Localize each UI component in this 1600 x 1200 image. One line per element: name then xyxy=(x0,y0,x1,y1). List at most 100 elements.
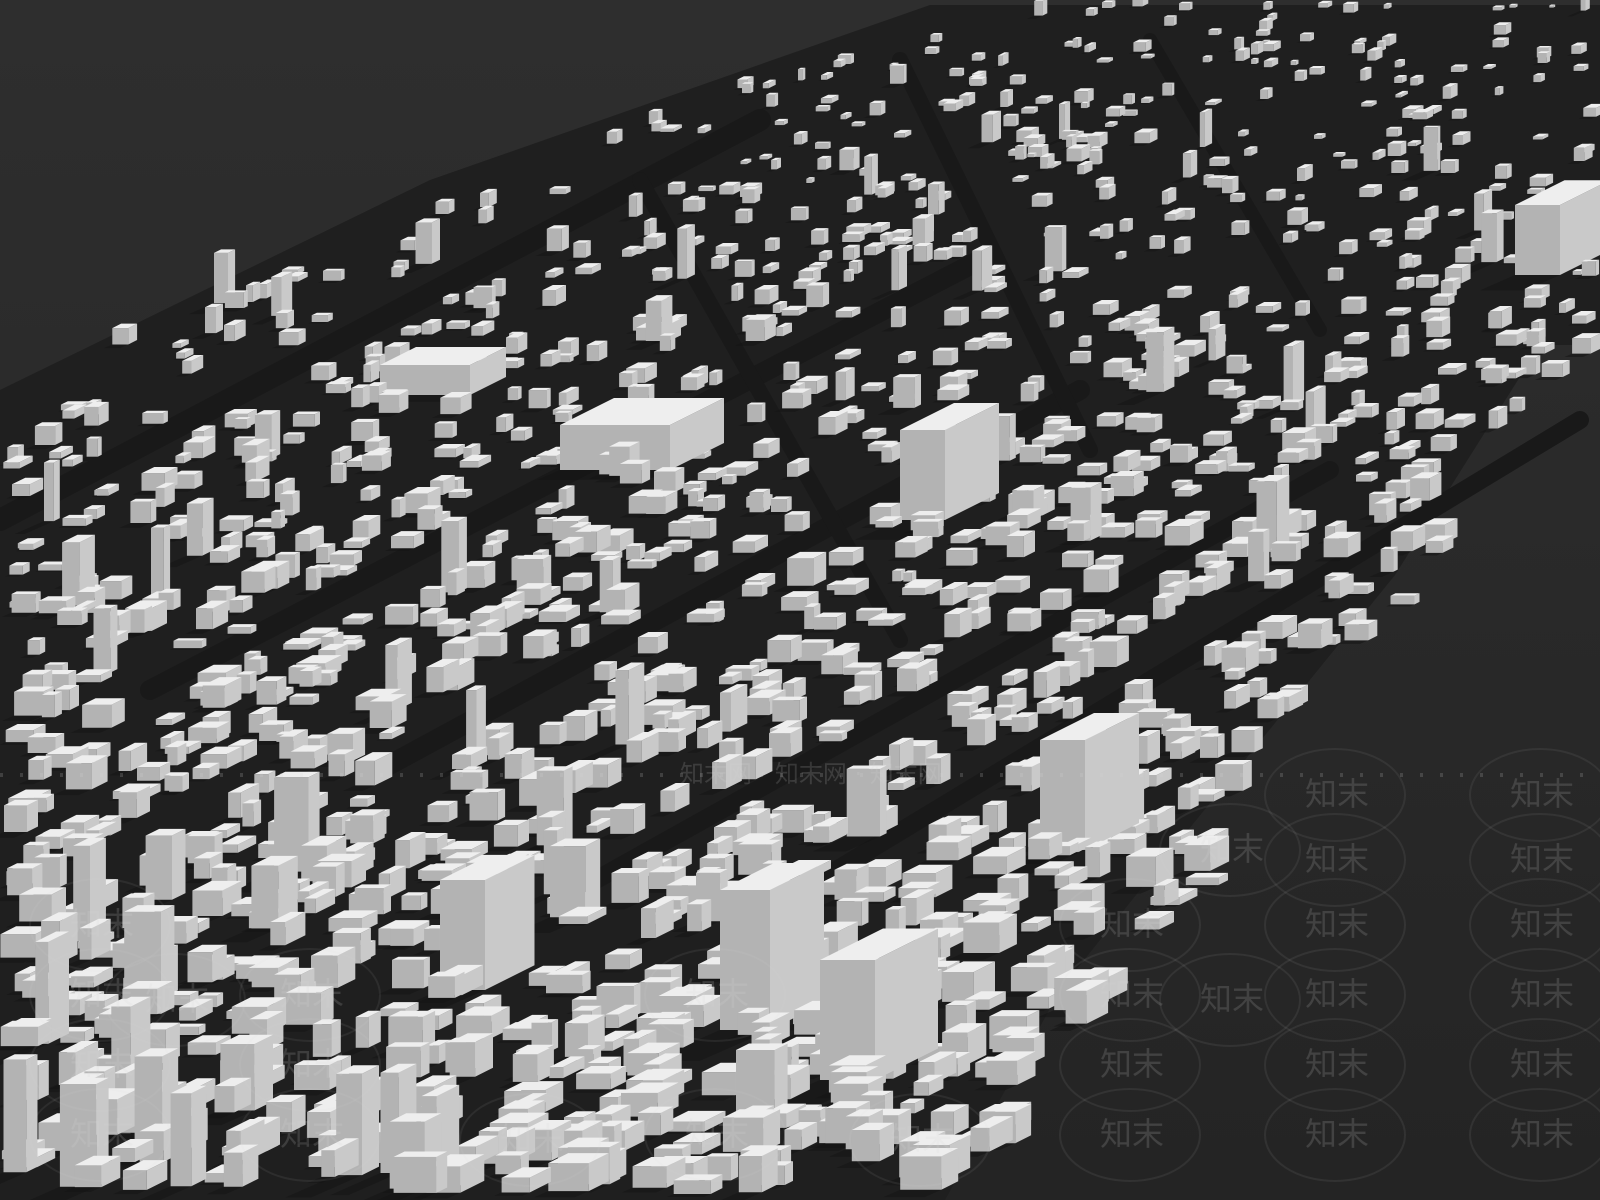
building-shadow xyxy=(308,321,328,324)
building-front-face xyxy=(790,208,806,221)
building-shadow xyxy=(1446,216,1457,217)
building-front-face xyxy=(1341,160,1355,169)
building-front-face xyxy=(205,307,216,334)
building-front-face xyxy=(772,700,800,722)
building-front-face xyxy=(1015,146,1024,160)
building-front-face xyxy=(361,455,382,471)
building-side-face xyxy=(1383,40,1386,51)
building-side-face xyxy=(1190,783,1199,810)
building-shadow xyxy=(572,274,592,276)
building-side-face xyxy=(362,384,370,408)
building-side-face xyxy=(874,670,883,701)
building-shadow xyxy=(832,359,850,361)
building-roof xyxy=(11,591,41,594)
building-front-face xyxy=(1126,856,1156,887)
building-front-face xyxy=(1224,691,1236,709)
building-front-face xyxy=(311,315,328,322)
building-front-face xyxy=(694,557,705,572)
building-front-face xyxy=(1404,230,1420,240)
building-shadow xyxy=(430,457,456,460)
building-front-face xyxy=(1123,94,1132,105)
building-front-face xyxy=(1040,592,1063,610)
building-front-face xyxy=(400,240,415,251)
building-side-face xyxy=(1240,36,1245,50)
building-front-face xyxy=(645,300,662,341)
building-front-face xyxy=(843,247,854,260)
building-shadow xyxy=(1086,236,1103,238)
building-front-face xyxy=(1360,69,1366,81)
building-front-face xyxy=(972,250,982,291)
building-side-face xyxy=(1254,726,1263,753)
building-front-face xyxy=(1442,86,1451,99)
building-front-face xyxy=(1271,543,1296,562)
building-front-face xyxy=(900,176,911,181)
building-side-face xyxy=(281,271,293,316)
building-front-face xyxy=(1230,418,1242,424)
building-front-face xyxy=(1425,540,1443,553)
building-front-face xyxy=(688,491,698,507)
building-side-face xyxy=(678,728,686,752)
building-front-face xyxy=(558,392,567,406)
building-side-face xyxy=(823,228,829,245)
building-side-face xyxy=(502,278,506,297)
building-shadow xyxy=(58,525,86,528)
building-side-face xyxy=(202,497,214,556)
building-front-face xyxy=(1035,98,1047,104)
building-side-face xyxy=(1155,517,1163,538)
building-shadow xyxy=(1359,106,1372,108)
building-roof xyxy=(946,547,978,551)
building-front-face xyxy=(1012,178,1023,182)
building-front-face xyxy=(767,640,791,663)
building-front-face xyxy=(1228,465,1249,472)
building-front-face xyxy=(1396,280,1407,290)
building-side-face xyxy=(1535,355,1541,375)
building-side-face xyxy=(276,676,287,705)
building-front-face xyxy=(1170,743,1182,759)
building-front-face xyxy=(540,354,552,367)
building-side-face xyxy=(439,585,446,608)
building-front-face xyxy=(771,160,777,170)
building-side-face xyxy=(972,547,978,566)
building-side-face xyxy=(1292,340,1305,406)
building-side-face xyxy=(1131,93,1135,105)
building-side-face xyxy=(585,240,591,258)
city-model-render: 知末 知末知末 知末 知末知末 知末 知末知末知末 知末 知末 知末 知末 知末 知末知末知末 知末 知末… xyxy=(0,0,1600,1200)
building-side-face xyxy=(336,862,345,897)
building-front-face xyxy=(546,228,562,252)
building-shadow xyxy=(891,137,905,139)
building-front-face xyxy=(391,536,414,549)
building-side-face xyxy=(59,853,67,888)
building-front-face xyxy=(1571,45,1581,54)
building-front-face xyxy=(1062,272,1079,278)
building-side-face xyxy=(373,809,385,844)
building-front-face xyxy=(835,354,850,360)
building-front-face xyxy=(558,916,588,924)
building-front-face xyxy=(660,128,674,132)
building-front-face xyxy=(1153,598,1166,620)
building-front-face xyxy=(908,182,918,191)
building-side-face xyxy=(1506,163,1512,179)
building-front-face xyxy=(839,149,854,171)
building-front-face xyxy=(594,664,610,681)
building-front-face xyxy=(1164,526,1190,546)
building-side-face xyxy=(1088,648,1095,678)
building-front-face xyxy=(1541,363,1563,377)
building-front-face xyxy=(1531,346,1545,354)
building-front-face xyxy=(759,156,768,160)
building-front-face xyxy=(1222,179,1233,194)
building-side-face xyxy=(1217,733,1225,758)
building-front-face xyxy=(49,452,61,459)
building-shadow xyxy=(1434,374,1457,377)
building-side-face xyxy=(1188,443,1193,463)
building-front-face xyxy=(1447,212,1457,216)
building-front-face xyxy=(766,94,775,107)
building-side-face xyxy=(901,306,906,328)
building-shadow xyxy=(152,725,172,727)
building-front-face xyxy=(1351,44,1363,54)
building-front-face xyxy=(1209,158,1225,166)
building-shadow xyxy=(658,131,674,133)
building-front-face xyxy=(493,825,518,847)
building-front-face xyxy=(1103,362,1122,378)
building-side-face xyxy=(27,799,38,832)
building-front-face xyxy=(1100,225,1109,239)
